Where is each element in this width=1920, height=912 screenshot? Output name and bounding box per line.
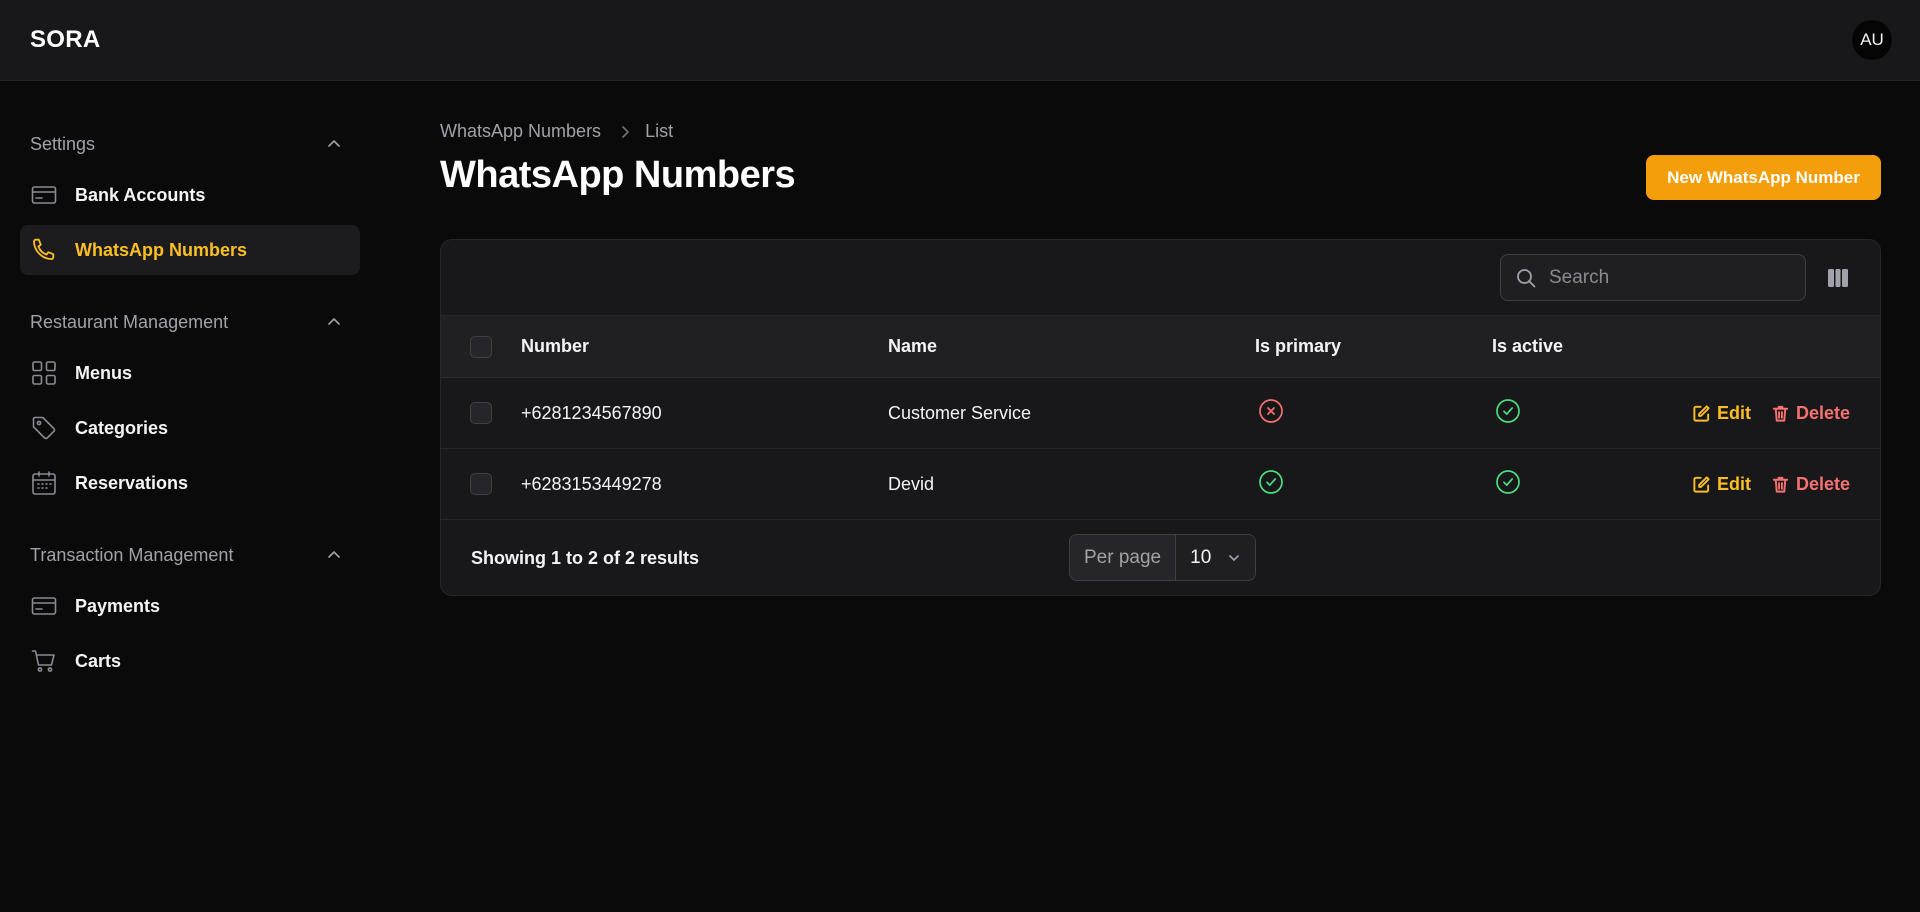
- credit-card-icon: [31, 186, 57, 204]
- sidebar-item-label: Reservations: [75, 472, 189, 493]
- grid-icon: [32, 361, 56, 385]
- column-toggle-icon[interactable]: [1826, 266, 1850, 290]
- table-row: +6283153449278 Devid Edit Delete: [441, 449, 1880, 520]
- page-title: WhatsApp Numbers: [440, 154, 796, 196]
- delete-button[interactable]: Delete: [1771, 474, 1850, 495]
- chevron-down-icon: [1229, 554, 1240, 561]
- results-summary: Showing 1 to 2 of 2 results: [471, 547, 700, 568]
- select-all-checkbox[interactable]: [470, 335, 492, 358]
- sidebar-item-carts[interactable]: Carts: [20, 636, 360, 686]
- delete-button[interactable]: Delete: [1771, 403, 1850, 424]
- cell-is-active: [1492, 469, 1692, 500]
- cell-name: Devid: [887, 473, 935, 494]
- sidebar-item-label: Bank Accounts: [75, 184, 206, 205]
- delete-label: Delete: [1795, 402, 1850, 423]
- row-checkbox[interactable]: [470, 402, 492, 424]
- new-whatsapp-number-button[interactable]: New WhatsApp Number: [1646, 155, 1881, 200]
- sidebar-item-bank-accounts[interactable]: Bank Accounts: [20, 170, 360, 220]
- sidebar-item-label: WhatsApp Numbers: [75, 239, 248, 260]
- table-row: +6281234567890 Customer Service Edit Del…: [441, 378, 1880, 449]
- sidebar-item-categories[interactable]: Categories: [20, 403, 360, 453]
- chevron-up-icon: [328, 318, 340, 325]
- cell-number: +6281234567890: [521, 402, 662, 423]
- sidebar-item-label: Payments: [75, 595, 161, 616]
- per-page-value: 10: [1190, 546, 1212, 568]
- edit-button[interactable]: Edit: [1692, 403, 1751, 424]
- brand-logo[interactable]: SORA: [30, 26, 101, 54]
- table-toolbar: [441, 240, 1880, 316]
- sidebar-item-payments[interactable]: Payments: [20, 581, 360, 631]
- x-circle-icon: [1259, 398, 1283, 423]
- nav-group-label: Settings: [30, 133, 96, 154]
- cell-is-primary: [1255, 398, 1492, 429]
- cell-number: +6283153449278: [521, 473, 662, 494]
- sidebar: Settings Bank Accounts WhatsApp Numbers …: [0, 81, 380, 912]
- search-box: [1500, 254, 1806, 301]
- cell-is-active: [1492, 398, 1692, 429]
- nav-group-restaurant-management: Restaurant Management Menus Categories R…: [0, 309, 380, 508]
- calendar-icon: [32, 471, 56, 495]
- nav-group-label: Transaction Management: [30, 544, 234, 565]
- trash-icon: [1772, 405, 1789, 422]
- nav-group-header-transaction-management[interactable]: Transaction Management: [0, 542, 380, 568]
- phone-icon: [33, 238, 55, 260]
- edit-label: Edit: [1716, 402, 1751, 423]
- sidebar-item-label: Menus: [75, 362, 133, 383]
- column-header-is-primary[interactable]: Is primary: [1255, 336, 1492, 357]
- per-page-select[interactable]: 10: [1176, 535, 1256, 580]
- row-checkbox[interactable]: [470, 473, 492, 495]
- cart-icon: [31, 650, 55, 672]
- nav-group-header-settings[interactable]: Settings: [0, 131, 380, 157]
- edit-button[interactable]: Edit: [1692, 474, 1751, 495]
- check-circle-icon: [1259, 469, 1283, 494]
- search-input[interactable]: [1549, 266, 1789, 289]
- nav-group-header-restaurant-management[interactable]: Restaurant Management: [0, 309, 380, 335]
- table-header: Number Name Is primary Is active: [441, 316, 1880, 378]
- search-icon: [1517, 268, 1536, 287]
- column-header-is-active[interactable]: Is active: [1492, 336, 1692, 357]
- breadcrumb: WhatsApp Numbers List: [440, 121, 673, 142]
- nav-group-label: Restaurant Management: [30, 311, 229, 332]
- sidebar-item-whatsapp-numbers[interactable]: WhatsApp Numbers: [20, 225, 360, 275]
- chevron-up-icon: [328, 551, 340, 558]
- sidebar-item-reservations[interactable]: Reservations: [20, 458, 360, 508]
- nav-group-settings: Settings Bank Accounts WhatsApp Numbers: [0, 131, 380, 275]
- check-circle-icon: [1496, 469, 1520, 494]
- table-footer: Showing 1 to 2 of 2 results Per page 10: [441, 520, 1880, 595]
- chevron-up-icon: [328, 140, 340, 147]
- column-header-number[interactable]: Number: [521, 336, 888, 357]
- edit-label: Edit: [1716, 473, 1751, 494]
- edit-icon: [1693, 475, 1710, 493]
- cell-is-primary: [1255, 469, 1492, 500]
- delete-label: Delete: [1795, 473, 1850, 494]
- credit-card-icon: [31, 597, 57, 615]
- trash-icon: [1772, 476, 1789, 493]
- sidebar-item-menus[interactable]: Menus: [20, 348, 360, 398]
- edit-icon: [1693, 404, 1710, 422]
- per-page-label: Per page: [1070, 535, 1177, 580]
- sidebar-item-label: Carts: [75, 650, 122, 671]
- breadcrumb-item-whatsapp-numbers[interactable]: WhatsApp Numbers: [440, 121, 601, 142]
- cell-name: Customer Service: [887, 402, 1032, 423]
- chevron-right-icon: [622, 125, 629, 138]
- top-bar: SORA AU: [0, 0, 1920, 81]
- column-header-name[interactable]: Name: [888, 336, 1255, 357]
- breadcrumb-item-list: List: [645, 121, 674, 141]
- check-circle-icon: [1496, 398, 1520, 423]
- sidebar-item-label: Categories: [75, 417, 169, 438]
- per-page-control: Per page 10: [1069, 534, 1257, 581]
- user-avatar[interactable]: AU: [1852, 20, 1892, 60]
- tag-icon: [32, 416, 56, 440]
- nav-group-transaction-management: Transaction Management Payments Carts: [0, 542, 380, 686]
- table-card: Number Name Is primary Is active +628123…: [440, 239, 1881, 596]
